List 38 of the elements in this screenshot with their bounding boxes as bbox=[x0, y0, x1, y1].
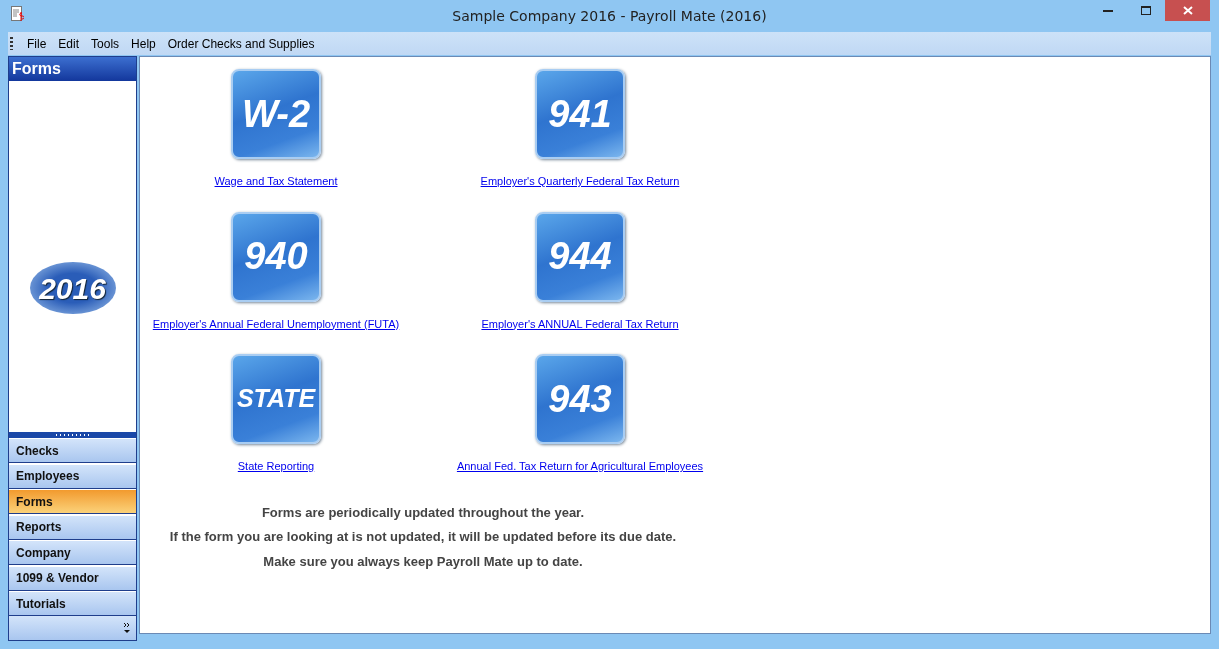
form-link[interactable]: Employer's ANNUAL Federal Tax Return bbox=[481, 315, 679, 332]
sidebar-header: Forms bbox=[9, 57, 136, 81]
sidebar-item[interactable]: Reports bbox=[9, 515, 136, 540]
sidebar-item[interactable]: Forms bbox=[9, 490, 136, 514]
menu-item[interactable]: Edit bbox=[54, 34, 88, 53]
info-text: Make sure you always keep Payroll Mate up to date. bbox=[262, 552, 584, 571]
menu-item[interactable]: Order Checks and Supplies bbox=[163, 34, 323, 53]
form-tile[interactable]: W-2 bbox=[231, 69, 321, 159]
sidebar-item[interactable]: 1099 & Vendor bbox=[9, 566, 136, 591]
toolbar-grip[interactable] bbox=[10, 37, 13, 50]
form-link[interactable]: Annual Fed. Tax Return for Agricultural Employees bbox=[456, 458, 704, 475]
form-tile[interactable]: 944 bbox=[535, 211, 625, 302]
splitter-handle[interactable] bbox=[9, 431, 136, 438]
form-tile[interactable]: STATE bbox=[231, 354, 321, 444]
menu-item[interactable]: File bbox=[23, 34, 55, 53]
form-link[interactable]: Employer's Annual Federal Unemployment (FUTA) bbox=[152, 315, 400, 332]
info-text: If the form you are looking at is not updated, it will be updated before its due date. bbox=[168, 528, 678, 546]
close-icon bbox=[1182, 6, 1193, 15]
sidebar-item[interactable]: Employees bbox=[9, 464, 136, 489]
minimize-icon bbox=[1103, 9, 1113, 12]
sidebar-item[interactable]: Company bbox=[9, 541, 136, 565]
form-link[interactable]: State Reporting bbox=[237, 458, 315, 475]
year-logo: 2016 bbox=[29, 262, 116, 315]
form-tile[interactable]: 941 bbox=[535, 69, 625, 159]
maximize-icon bbox=[1141, 6, 1151, 15]
form-link[interactable]: Employer's Quarterly Federal Tax Return bbox=[480, 173, 680, 190]
form-tile[interactable]: 943 bbox=[535, 354, 625, 444]
app-icon bbox=[11, 6, 24, 22]
chevron-icon[interactable] bbox=[123, 622, 131, 634]
close-button[interactable] bbox=[1165, 0, 1210, 21]
window-title: Sample Company 2016 - Payroll Mate (2016) bbox=[452, 7, 767, 26]
menu-item[interactable]: Tools bbox=[87, 34, 128, 53]
sidebar-item[interactable]: Tutorials bbox=[9, 592, 136, 616]
sidebar-item[interactable]: Checks bbox=[9, 439, 136, 463]
form-tile[interactable]: 940 bbox=[231, 211, 321, 302]
menu-item[interactable]: Help bbox=[127, 34, 164, 53]
form-link[interactable]: Wage and Tax Statement bbox=[214, 173, 338, 190]
info-text: Forms are periodically updated throughout the year. bbox=[260, 503, 586, 522]
